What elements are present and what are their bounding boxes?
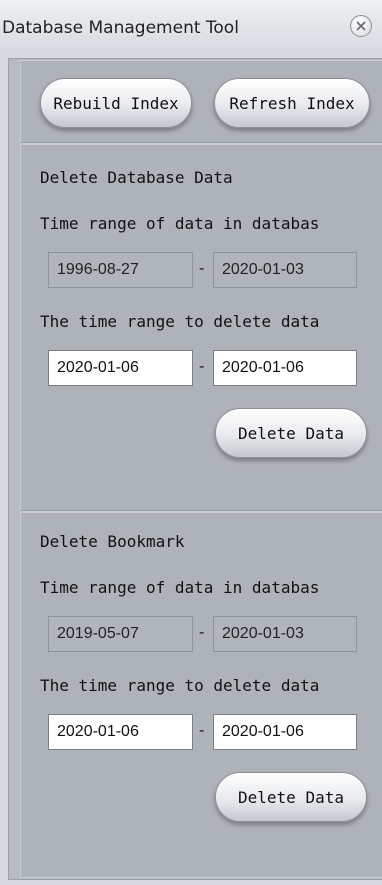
toolbar-separator [20, 142, 382, 145]
db-range-from-field: 1996-08-27 [48, 252, 193, 288]
db-delete-label: The time range to delete data [40, 312, 320, 331]
bookmark-range-to-field: 2020-01-03 [213, 616, 357, 652]
window-title: Database Management Tool [2, 18, 239, 38]
delete-bookmark-data-button[interactable]: Delete Data [215, 772, 367, 822]
section-separator [20, 510, 382, 513]
db-range-to-field: 2020-01-03 [213, 252, 357, 288]
rebuild-index-label: Rebuild Index [53, 93, 179, 113]
db-range-label: Time range of data in databas [40, 214, 320, 233]
db-delete-to-input[interactable]: 2020-01-06 [213, 350, 357, 386]
db-delete-from-input[interactable]: 2020-01-06 [48, 350, 193, 386]
delete-database-data-button[interactable]: Delete Data [215, 408, 367, 458]
bookmark-delete-dash: - [199, 722, 205, 739]
delete-database-data-label: Delete Data [238, 423, 344, 443]
refresh-index-label: Refresh Index [229, 93, 355, 113]
delete-bookmark-data-label: Delete Data [238, 787, 344, 807]
db-section-heading: Delete Database Data [40, 168, 233, 187]
bookmark-range-from-field: 2019-05-07 [48, 616, 193, 652]
bookmark-delete-to-input[interactable]: 2020-01-06 [213, 714, 357, 750]
bookmark-section-heading: Delete Bookmark [40, 532, 185, 551]
db-range-dash: - [199, 260, 205, 277]
close-icon [356, 21, 366, 31]
bookmark-delete-from-input[interactable]: 2020-01-06 [48, 714, 193, 750]
db-delete-dash: - [199, 358, 205, 375]
title-bar: Database Management Tool [0, 0, 382, 48]
close-button[interactable] [350, 15, 372, 37]
rebuild-index-button[interactable]: Rebuild Index [40, 78, 192, 128]
bookmark-range-label: Time range of data in databas [40, 578, 320, 597]
refresh-index-button[interactable]: Refresh Index [214, 78, 370, 128]
bookmark-delete-label: The time range to delete data [40, 676, 320, 695]
bookmark-range-dash: - [199, 624, 205, 641]
